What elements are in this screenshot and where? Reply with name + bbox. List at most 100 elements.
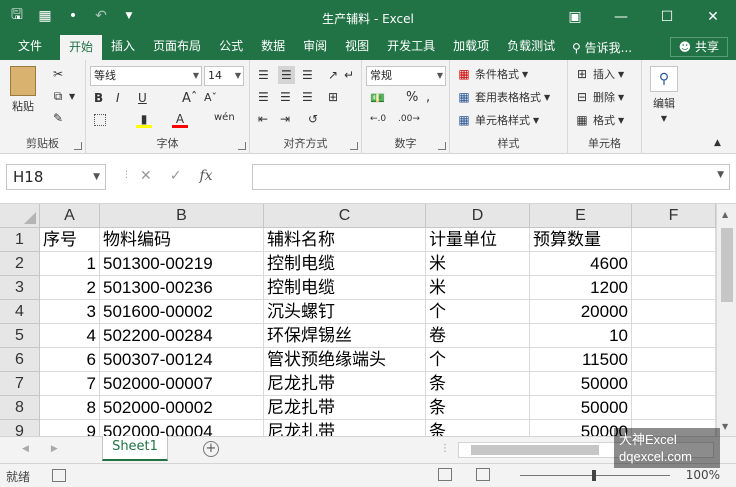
ribbon-display-options-icon[interactable]: ▣ <box>552 0 598 34</box>
share-button[interactable]: ☻ 共享 <box>669 37 728 57</box>
cell-f[interactable] <box>632 252 716 276</box>
worksheet-grid[interactable]: A B C D E F 1 序号 物料编码 辅料名称 计量单位 预算数量 2 1 501300-… <box>0 204 716 436</box>
cell-f[interactable] <box>632 324 716 348</box>
wrap-text-icon[interactable]: ↵ <box>344 68 354 82</box>
cell-e[interactable]: 4600 <box>530 252 632 276</box>
shrink-font-icon[interactable]: Aˇ <box>204 91 217 104</box>
increase-decimal-icon[interactable]: ←.0 <box>370 114 386 124</box>
cell-f[interactable] <box>632 276 716 300</box>
tab-insert[interactable]: 插入 <box>102 34 144 60</box>
column-header-f[interactable]: F <box>632 204 716 228</box>
font-color-icon[interactable]: A <box>172 112 188 128</box>
macro-record-icon[interactable] <box>52 469 66 482</box>
normal-view-icon[interactable] <box>438 468 452 481</box>
vertical-scrollbar[interactable]: ▲ ▼ <box>716 204 736 436</box>
cell-e[interactable]: 预算数量 <box>530 228 632 252</box>
zoom-level[interactable]: 100% <box>686 468 720 482</box>
collapse-ribbon-icon[interactable]: ▲ <box>714 138 721 148</box>
zoom-slider[interactable] <box>520 470 670 481</box>
cell-e[interactable]: 11500 <box>530 348 632 372</box>
close-icon[interactable]: ✕ <box>690 0 736 34</box>
bottom-align-icon[interactable]: ☰ <box>302 68 313 82</box>
font-name-select[interactable]: 等线 ▼ <box>90 66 202 86</box>
number-format-select[interactable]: 常规 ▼ <box>366 66 446 86</box>
decrease-indent-icon[interactable]: ⇤ <box>258 112 268 126</box>
tab-formulas[interactable]: 公式 <box>210 34 252 60</box>
page-layout-view-icon[interactable] <box>476 468 490 481</box>
middle-align-icon[interactable]: ☰ <box>278 66 295 84</box>
cell-a[interactable]: 7 <box>40 372 100 396</box>
select-all-button[interactable] <box>0 204 40 228</box>
underline-button[interactable]: U <box>138 91 147 105</box>
top-align-icon[interactable]: ☰ <box>258 68 269 82</box>
cell-a[interactable]: 9 <box>40 420 100 436</box>
tab-developer[interactable]: 开发工具 <box>378 34 444 60</box>
tab-page-layout[interactable]: 页面布局 <box>144 34 210 60</box>
row-header[interactable]: 8 <box>0 396 40 420</box>
cell-a[interactable]: 1 <box>40 252 100 276</box>
column-header-d[interactable]: D <box>426 204 530 228</box>
cell-f[interactable] <box>632 228 716 252</box>
vertical-scroll-thumb[interactable] <box>721 228 733 302</box>
cell-a[interactable]: 序号 <box>40 228 100 252</box>
row-header[interactable]: 3 <box>0 276 40 300</box>
cell-e[interactable]: 20000 <box>530 300 632 324</box>
cell-d[interactable]: 条 <box>426 420 530 436</box>
row-header[interactable]: 2 <box>0 252 40 276</box>
cell-b[interactable]: 502000-00004 <box>100 420 264 436</box>
cell-e[interactable]: 1200 <box>530 276 632 300</box>
cell-d[interactable]: 个 <box>426 300 530 324</box>
tab-load-test[interactable]: 负载测试 <box>498 34 564 60</box>
tab-home[interactable]: 开始 <box>60 35 103 60</box>
comma-style-icon[interactable]: , <box>426 90 430 105</box>
cell-d[interactable]: 个 <box>426 348 530 372</box>
cell-d[interactable]: 卷 <box>426 324 530 348</box>
cell-f[interactable] <box>632 396 716 420</box>
add-sheet-icon[interactable]: + <box>203 441 219 457</box>
sheet-tab-sheet1[interactable]: Sheet1 <box>102 436 168 461</box>
horizontal-scroll-thumb[interactable] <box>471 445 599 455</box>
increase-indent-icon[interactable]: ⇥ <box>280 112 290 126</box>
cell-d[interactable]: 米 <box>426 276 530 300</box>
font-launcher-icon[interactable] <box>238 142 246 150</box>
accounting-format-icon[interactable]: 💵 <box>370 91 385 105</box>
tab-review[interactable]: 审阅 <box>294 34 336 60</box>
cell-d[interactable]: 条 <box>426 372 530 396</box>
row-header[interactable]: 6 <box>0 348 40 372</box>
format-as-table-button[interactable]: ▦ 套用表格格式 ▼ <box>456 89 550 105</box>
row-header[interactable]: 1 <box>0 228 40 252</box>
column-header-b[interactable]: B <box>100 204 264 228</box>
name-box[interactable]: H18 ▼ <box>6 164 106 190</box>
cell-b[interactable]: 502000-00007 <box>100 372 264 396</box>
format-painter-button[interactable]: ✎ <box>50 110 66 126</box>
cell-c[interactable]: 辅料名称 <box>264 228 426 252</box>
cell-b[interactable]: 501600-00002 <box>100 300 264 324</box>
cell-c[interactable]: 环保焊锡丝 <box>264 324 426 348</box>
font-size-select[interactable]: 14 ▼ <box>204 66 244 86</box>
next-sheet-icon[interactable]: ▶ <box>51 444 58 454</box>
borders-icon[interactable] <box>94 114 106 126</box>
cell-f[interactable] <box>632 300 716 324</box>
phonetic-icon[interactable]: wén <box>214 112 235 123</box>
cell-styles-button[interactable]: ▦ 单元格样式 ▼ <box>456 112 539 128</box>
copy-button[interactable]: ⧉ ▼ <box>50 88 75 104</box>
scroll-down-icon[interactable]: ▼ <box>722 422 728 431</box>
cell-a[interactable]: 3 <box>40 300 100 324</box>
prev-sheet-icon[interactable]: ◀ <box>22 444 29 454</box>
cell-c[interactable]: 尼龙扎带 <box>264 372 426 396</box>
orientation-options-icon[interactable]: ↺ <box>308 112 318 126</box>
column-header-a[interactable]: A <box>40 204 100 228</box>
row-header[interactable]: 7 <box>0 372 40 396</box>
cell-f[interactable] <box>632 372 716 396</box>
cell-c[interactable]: 沉头螺钉 <box>264 300 426 324</box>
column-header-e[interactable]: E <box>530 204 632 228</box>
row-header[interactable]: 5 <box>0 324 40 348</box>
insert-function-icon[interactable]: fx <box>199 168 212 184</box>
cell-b[interactable]: 501300-00236 <box>100 276 264 300</box>
number-launcher-icon[interactable] <box>438 142 446 150</box>
cell-b[interactable]: 500307-00124 <box>100 348 264 372</box>
tab-addins[interactable]: 加载项 <box>444 34 498 60</box>
conditional-formatting-button[interactable]: ▦ 条件格式 ▼ <box>456 66 528 82</box>
cell-b[interactable]: 物料编码 <box>100 228 264 252</box>
decrease-decimal-icon[interactable]: .00→ <box>398 114 420 124</box>
